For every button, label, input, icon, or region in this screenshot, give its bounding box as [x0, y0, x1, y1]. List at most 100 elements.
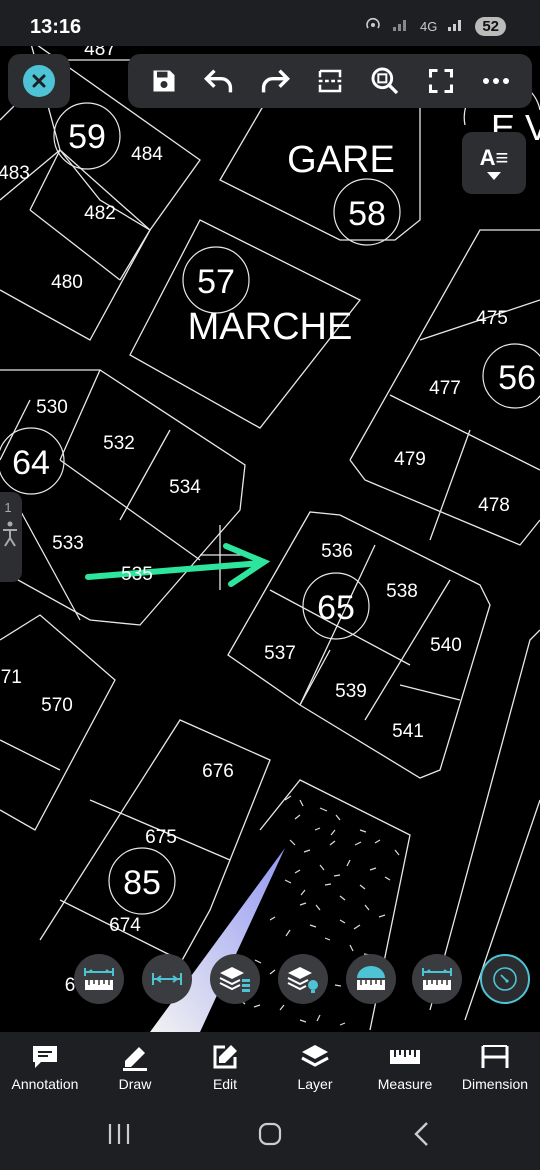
undo-icon: [204, 69, 233, 93]
battery-level: 52: [475, 17, 506, 36]
lot-number: 571: [0, 667, 22, 688]
lot-number: 538: [386, 581, 418, 602]
home-button[interactable]: [255, 1120, 285, 1153]
tab-layer[interactable]: Layer: [270, 1032, 360, 1102]
recents-icon: [108, 1124, 130, 1144]
dimension-line-icon: [152, 973, 182, 985]
redo-icon: [261, 69, 290, 93]
selection-icon: [318, 69, 342, 93]
lot-number: 478: [478, 495, 510, 516]
network-type: 4G: [419, 19, 438, 34]
recent-apps-button[interactable]: [104, 1120, 134, 1153]
quick-tools-row: [0, 954, 540, 1006]
fullscreen-button[interactable]: [419, 59, 463, 103]
signal-icon: [392, 16, 410, 37]
close-button[interactable]: [8, 54, 70, 108]
text-style-button[interactable]: A≡: [462, 132, 526, 194]
redo-button[interactable]: [253, 59, 297, 103]
tab-measure[interactable]: Measure: [360, 1032, 450, 1102]
hotspot-icon: [364, 15, 382, 38]
block-number: 64: [12, 444, 50, 482]
measure-area-button[interactable]: [346, 954, 396, 1004]
lot-number: 530: [36, 397, 68, 418]
measure-distance-button[interactable]: [74, 954, 124, 1004]
zoom-extents-button[interactable]: [363, 59, 407, 103]
tab-dimension[interactable]: Dimension: [450, 1032, 540, 1102]
tab-draw[interactable]: Draw: [90, 1032, 180, 1102]
side-panel-handle[interactable]: 1: [0, 492, 22, 582]
tab-label: Draw: [118, 1076, 152, 1092]
status-icons: 4G 52: [364, 15, 506, 38]
lot-number: 674: [109, 915, 141, 936]
linear-dimension-button[interactable]: [142, 954, 192, 1004]
close-icon: [23, 65, 55, 97]
lot-number: 536: [321, 541, 353, 562]
lot-number: 484: [131, 144, 163, 165]
tab-label: Annotation: [11, 1076, 79, 1092]
tab-label: Measure: [377, 1076, 433, 1092]
ruler-icon: [390, 1050, 420, 1064]
block-number: 57: [197, 263, 235, 301]
lot-number: 541: [392, 721, 424, 742]
lot-number: 537: [264, 643, 296, 664]
back-button[interactable]: [407, 1120, 437, 1153]
block-number: 58: [348, 195, 386, 233]
block-number: 56: [498, 359, 536, 397]
accessibility-icon: [3, 521, 17, 547]
lot-number: 570: [41, 695, 73, 716]
comment-icon: [33, 1046, 57, 1068]
text-style-label: A≡: [479, 145, 509, 170]
lot-number: 534: [169, 477, 201, 498]
dimension-icon: [481, 1045, 509, 1068]
save-button[interactable]: [142, 59, 186, 103]
tab-label: Edit: [212, 1076, 238, 1092]
tab-annotation[interactable]: Annotation: [0, 1032, 90, 1102]
layers-icon: [301, 1045, 329, 1067]
layers-bulb-icon: [287, 967, 318, 993]
lot-number: 532: [103, 433, 135, 454]
bottom-tab-bar: Annotation Draw Edit Layer Measure Dimen…: [0, 1032, 540, 1102]
lot-number: 487: [84, 46, 116, 60]
block-number: 65: [317, 589, 355, 627]
system-navigation-bar: [0, 1102, 540, 1170]
undo-button[interactable]: [197, 59, 241, 103]
zoom-extents-icon: [371, 67, 399, 95]
layer-visibility-button[interactable]: [278, 954, 328, 1004]
lot-number: 479: [394, 449, 426, 470]
cadastral-plan[interactable]: GARE MARCHE E V 59 58 57 56 64 65 85 487…: [0, 46, 540, 1032]
more-button[interactable]: [474, 59, 518, 103]
zone-label-gare: GARE: [287, 139, 395, 181]
measure-length-button[interactable]: [412, 954, 462, 1004]
compass-icon: [493, 967, 517, 991]
tab-label: Layer: [297, 1076, 333, 1092]
top-toolbar: [128, 54, 532, 108]
layers-list-icon: [219, 967, 250, 992]
tab-label: Dimension: [461, 1076, 529, 1092]
lot-number: 535: [121, 564, 153, 585]
lot-number: 475: [476, 308, 508, 329]
lot-number: 533: [52, 533, 84, 554]
lot-number: 477: [429, 378, 461, 399]
block-number: 85: [123, 864, 161, 902]
home-icon: [258, 1122, 282, 1146]
lot-number: 539: [335, 681, 367, 702]
lot-number: 482: [84, 203, 116, 224]
back-icon: [414, 1122, 428, 1146]
signal-icon-2: [447, 16, 465, 37]
fullscreen-icon: [428, 68, 453, 94]
zone-label-marche: MARCHE: [188, 306, 353, 348]
lot-number: 676: [202, 761, 234, 782]
selection-button[interactable]: [308, 59, 352, 103]
more-icon: [483, 78, 510, 84]
lot-number: 675: [145, 827, 177, 848]
block-number: 59: [68, 118, 106, 156]
tab-edit[interactable]: Edit: [180, 1032, 270, 1102]
lot-number: 540: [430, 635, 462, 656]
edit-icon: [213, 1045, 237, 1069]
compass-button[interactable]: [480, 954, 530, 1004]
cad-drawing-canvas[interactable]: GARE MARCHE E V 59 58 57 56 64 65 85 487…: [0, 46, 540, 1032]
pencil-icon: [123, 1047, 147, 1071]
chevron-down-icon: [487, 172, 501, 180]
green-arrow-annotation[interactable]: [85, 543, 271, 587]
layer-list-button[interactable]: [210, 954, 260, 1004]
